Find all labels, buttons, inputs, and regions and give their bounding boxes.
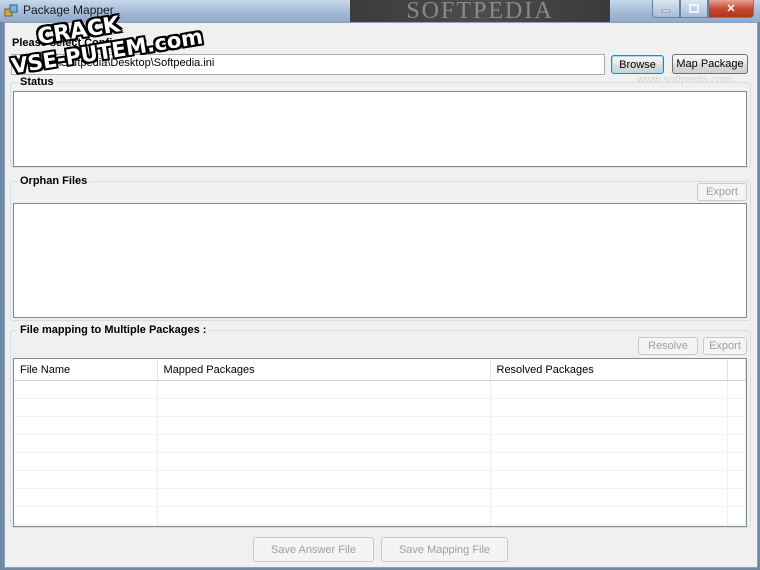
window-title: Package Mapper xyxy=(23,3,114,17)
browse-button[interactable]: Browse xyxy=(611,55,664,74)
column-header-file-name[interactable]: File Name xyxy=(14,359,158,381)
minimize-button[interactable] xyxy=(652,0,680,18)
maximize-button[interactable] xyxy=(680,0,708,18)
minimize-icon xyxy=(661,9,671,12)
table-row xyxy=(14,452,746,471)
mapping-table: File Name Mapped Packages Resolved Packa… xyxy=(14,359,746,526)
table-row xyxy=(14,434,746,453)
status-log[interactable] xyxy=(13,91,747,167)
table-row xyxy=(14,416,746,435)
table-row xyxy=(14,470,746,489)
config-file-label: Please select Config File : xyxy=(12,37,148,49)
save-mapping-file-button[interactable]: Save Mapping File xyxy=(381,537,508,562)
multi-export-button[interactable]: Export xyxy=(703,337,747,355)
column-header-mapped-packages[interactable]: Mapped Packages xyxy=(157,359,491,381)
map-package-button[interactable]: Map Package xyxy=(672,54,748,74)
table-row xyxy=(14,380,746,399)
package-icon xyxy=(4,4,18,17)
main-window: Please select Config File : C:\Users\Sof… xyxy=(4,22,758,568)
window-controls: ✕ xyxy=(652,0,754,18)
close-button[interactable]: ✕ xyxy=(708,0,754,18)
table-row xyxy=(14,524,746,526)
column-header-filler xyxy=(727,359,746,381)
orphan-files-list[interactable] xyxy=(13,203,747,318)
table-row xyxy=(14,488,746,507)
maximize-icon xyxy=(689,4,699,13)
title-bar[interactable]: Package Mapper SOFTPEDIA ✕ xyxy=(0,0,760,22)
table-row xyxy=(14,506,746,525)
mapping-grid[interactable]: File Name Mapped Packages Resolved Packa… xyxy=(13,358,747,527)
save-answer-file-button[interactable]: Save Answer File xyxy=(253,537,374,562)
grid-header-row: File Name Mapped Packages Resolved Packa… xyxy=(14,359,746,381)
close-icon: ✕ xyxy=(726,3,736,15)
resolve-button[interactable]: Resolve xyxy=(638,337,698,355)
column-header-resolved-packages[interactable]: Resolved Packages xyxy=(490,359,728,381)
orphan-export-button[interactable]: Export xyxy=(697,183,747,201)
softpedia-watermark: SOFTPEDIA xyxy=(350,0,610,22)
multi-mapping-title: File mapping to Multiple Packages : xyxy=(17,324,210,336)
config-file-input[interactable]: C:\Users\Softpedia\Desktop\Softpedia.ini xyxy=(11,54,605,75)
orphan-files-title: Orphan Files xyxy=(17,175,91,187)
table-row xyxy=(14,398,746,417)
status-group-title: Status xyxy=(17,76,57,88)
